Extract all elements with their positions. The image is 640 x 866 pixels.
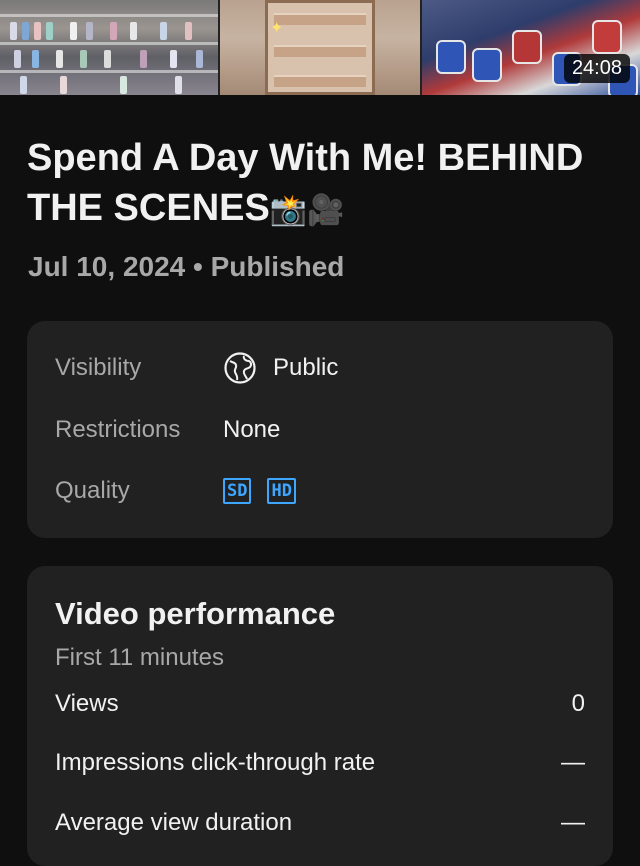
hd-badge: HD <box>267 478 296 504</box>
thumbnail-frame-store-shelves <box>0 0 218 95</box>
restrictions-label: Restrictions <box>55 416 181 443</box>
visibility-value: Public <box>273 354 339 381</box>
metric-row-avg-view-duration: Average view duration — <box>55 805 585 841</box>
publish-date: Jul 10, 2024 <box>28 251 186 282</box>
publish-status: Published <box>210 251 345 282</box>
metric-value: — <box>561 809 585 836</box>
visibility-row[interactable]: Visibility Public <box>55 350 338 386</box>
metric-row-ctr: Impressions click-through rate — <box>55 745 585 781</box>
video-title: Spend A Day With Me! BEHIND THE SCENES📸🎥 <box>27 133 617 236</box>
metric-value: — <box>561 749 585 776</box>
metric-row-views: Views 0 <box>55 686 585 722</box>
video-performance-card[interactable]: Video performance First 11 minutes Views… <box>27 566 613 866</box>
thumbnail-frame-display-stand: ✦ <box>220 0 420 95</box>
metric-label: Views <box>55 690 119 717</box>
video-meta: Jul 10, 2024 • Published <box>28 251 344 283</box>
duration-badge: 24:08 <box>563 54 630 83</box>
video-thumbnail[interactable]: ✦ 24:08 <box>0 0 640 95</box>
metric-value: 0 <box>571 690 585 717</box>
quality-label: Quality <box>55 477 130 504</box>
sd-badge: SD <box>223 478 252 504</box>
visibility-label: Visibility <box>55 354 142 381</box>
performance-title: Video performance <box>55 596 336 631</box>
video-details-card: Visibility Public Restrictions None Qual… <box>27 321 613 538</box>
metric-label: Average view duration <box>55 809 293 836</box>
quality-row: Quality SD HD <box>55 473 312 509</box>
restrictions-value: None <box>223 416 281 443</box>
camera-emoji-icons: 📸🎥 <box>269 194 345 227</box>
meta-separator: • <box>193 251 203 282</box>
sparkle-icon: ✦ <box>270 20 284 37</box>
globe-icon <box>224 352 256 384</box>
metric-label: Impressions click-through rate <box>55 749 376 776</box>
restrictions-row[interactable]: Restrictions None <box>55 412 280 448</box>
performance-subtitle: First 11 minutes <box>55 644 224 671</box>
